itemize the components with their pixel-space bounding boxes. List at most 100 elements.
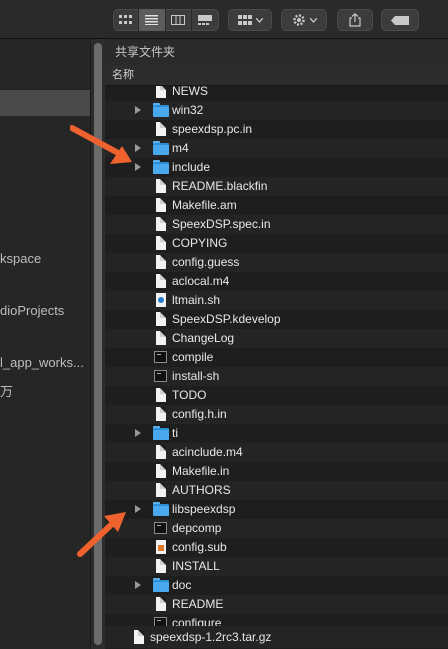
chevron-down-icon bbox=[255, 17, 263, 23]
document-icon bbox=[153, 388, 169, 403]
file-name: config.guess bbox=[172, 255, 240, 269]
file-row[interactable]: aclocal.m4 bbox=[105, 272, 448, 291]
share-button[interactable] bbox=[337, 9, 373, 31]
bottom-file-row[interactable]: speexdsp-1.2rc3.tar.gz bbox=[105, 626, 448, 648]
file-row[interactable]: ChangeLog bbox=[105, 329, 448, 348]
document-icon bbox=[153, 217, 169, 232]
icon-view-icon bbox=[119, 15, 133, 24]
disclosure-triangle-icon[interactable] bbox=[135, 429, 141, 437]
view-mode-control bbox=[113, 9, 219, 31]
file-row[interactable]: libspeexdsp bbox=[105, 500, 448, 519]
folder-icon bbox=[153, 160, 169, 175]
file-row[interactable]: win32 bbox=[105, 101, 448, 120]
document-icon bbox=[153, 179, 169, 194]
document-icon bbox=[153, 312, 169, 327]
file-name: Makefile.am bbox=[172, 198, 237, 212]
terminal-icon bbox=[153, 521, 169, 536]
folder-icon bbox=[153, 578, 169, 593]
file-row[interactable]: speexdsp.pc.in bbox=[105, 120, 448, 139]
file-browser: NEWS win32 speexdsp.pc.in m4 include README.b… bbox=[105, 39, 448, 649]
file-name: ti bbox=[172, 426, 178, 440]
annotation-arrow-include bbox=[70, 125, 132, 164]
document-icon bbox=[153, 236, 169, 251]
list-view-icon bbox=[145, 15, 159, 25]
file-name: win32 bbox=[172, 103, 204, 117]
file-row[interactable]: acinclude.m4 bbox=[105, 443, 448, 462]
path-bar: 共享文件夹 bbox=[105, 39, 448, 65]
document-icon bbox=[153, 464, 169, 479]
file-name: ChangeLog bbox=[172, 331, 235, 345]
document-icon bbox=[153, 274, 169, 289]
file-row[interactable]: README.blackfin bbox=[105, 177, 448, 196]
file-row[interactable]: SpeexDSP.kdevelop bbox=[105, 310, 448, 329]
file-row[interactable]: config.h.in bbox=[105, 405, 448, 424]
list-view-button[interactable] bbox=[139, 9, 166, 31]
folder-icon bbox=[153, 426, 169, 441]
file-name: include bbox=[172, 160, 211, 174]
share-icon bbox=[349, 13, 361, 27]
document-icon bbox=[153, 84, 169, 99]
file-name: aclocal.m4 bbox=[172, 274, 230, 288]
file-name: speexdsp-1.2rc3.tar.gz bbox=[150, 630, 272, 644]
file-row[interactable]: TODO bbox=[105, 386, 448, 405]
sidebar-item-app-workspace[interactable]: l_app_works... bbox=[0, 355, 84, 370]
document-icon bbox=[153, 559, 169, 574]
file-name: SpeexDSP.kdevelop bbox=[172, 312, 281, 326]
chevron-down-icon bbox=[309, 17, 317, 23]
tag-button[interactable] bbox=[381, 9, 419, 31]
file-row[interactable]: m4 bbox=[105, 139, 448, 158]
sidebar-item-studio-projects[interactable]: dioProjects bbox=[0, 303, 64, 318]
tag-icon bbox=[391, 15, 409, 25]
file-row[interactable]: include bbox=[105, 158, 448, 177]
file-name: config.h.in bbox=[172, 407, 227, 421]
file-row[interactable]: COPYING bbox=[105, 234, 448, 253]
file-row[interactable]: README bbox=[105, 595, 448, 614]
group-by-button[interactable] bbox=[228, 9, 272, 31]
column-view-button[interactable] bbox=[166, 9, 192, 31]
file-row[interactable]: config.guess bbox=[105, 253, 448, 272]
file-row[interactable]: config.sub bbox=[105, 538, 448, 557]
file-row[interactable]: INSTALL bbox=[105, 557, 448, 576]
file-name: m4 bbox=[172, 141, 189, 155]
folder-icon bbox=[153, 103, 169, 118]
file-name: README.blackfin bbox=[172, 179, 268, 193]
file-row[interactable]: install-sh bbox=[105, 367, 448, 386]
disclosure-triangle-icon[interactable] bbox=[135, 581, 141, 589]
file-row[interactable]: SpeexDSP.spec.in bbox=[105, 215, 448, 234]
action-button[interactable] bbox=[281, 9, 327, 31]
grid-icon bbox=[237, 15, 252, 25]
document-icon bbox=[153, 331, 169, 346]
shell-script-icon bbox=[153, 293, 169, 308]
sidebar-selected-item[interactable] bbox=[0, 90, 90, 116]
file-row[interactable]: AUTHORS bbox=[105, 481, 448, 500]
column-header-name[interactable]: 名称 bbox=[105, 65, 448, 86]
file-row[interactable]: Makefile.am bbox=[105, 196, 448, 215]
file-row[interactable]: depcomp bbox=[105, 519, 448, 538]
file-name: doc bbox=[172, 578, 192, 592]
file-name: INSTALL bbox=[172, 559, 220, 573]
file-row[interactable]: Makefile.in bbox=[105, 462, 448, 481]
document-icon bbox=[153, 597, 169, 612]
sidebar-item-workspace[interactable]: kspace bbox=[0, 251, 41, 266]
file-row[interactable]: ltmain.sh bbox=[105, 291, 448, 310]
file-row[interactable]: compile bbox=[105, 348, 448, 367]
gallery-view-button[interactable] bbox=[192, 9, 219, 31]
file-name: COPYING bbox=[172, 236, 228, 250]
document-icon bbox=[153, 445, 169, 460]
file-list: NEWS win32 speexdsp.pc.in m4 include README.b… bbox=[105, 82, 448, 633]
sidebar-item-misc[interactable]: 万 bbox=[0, 381, 13, 400]
document-icon bbox=[153, 407, 169, 422]
document-icon bbox=[153, 483, 169, 498]
gallery-view-icon bbox=[198, 15, 213, 25]
file-name: AUTHORS bbox=[172, 483, 231, 497]
document-icon bbox=[153, 255, 169, 270]
disclosure-triangle-icon[interactable] bbox=[135, 106, 141, 114]
file-name: config.sub bbox=[172, 540, 227, 554]
file-row[interactable]: ti bbox=[105, 424, 448, 443]
column-view-icon bbox=[171, 15, 186, 25]
file-row[interactable]: doc bbox=[105, 576, 448, 595]
icon-view-button[interactable] bbox=[113, 9, 140, 31]
annotation-arrow-libspeexdsp bbox=[77, 512, 126, 557]
file-name: SpeexDSP.spec.in bbox=[172, 217, 271, 231]
file-name: TODO bbox=[172, 388, 207, 402]
